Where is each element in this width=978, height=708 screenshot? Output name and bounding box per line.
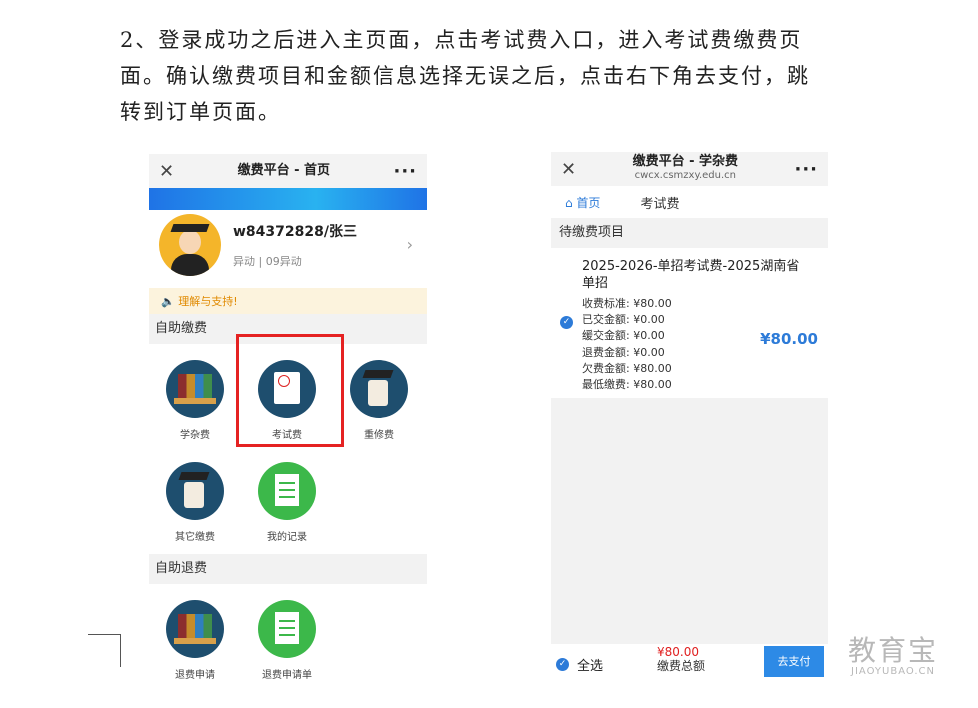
refund-item-label: 退费申请单 — [262, 670, 312, 681]
home-link[interactable]: ⌂ 首页 — [565, 194, 600, 211]
pay-item-tuition[interactable]: 学杂费 — [149, 350, 241, 452]
empty-area — [551, 398, 828, 644]
more-icon[interactable]: ··· — [794, 159, 818, 180]
section-title-refund: 自助退费 — [149, 554, 427, 584]
pay-item-retake[interactable]: 重修费 — [333, 350, 425, 452]
watermark-logo: 教育宝 — [848, 634, 939, 667]
instruction-text: 2、登录成功之后进入主页面，点击考试费入口，进入考试费缴费页 面。确认缴费项目和… — [120, 22, 890, 130]
fee-detail-row: 已交金额: ¥0.00 — [582, 313, 665, 327]
instruction-line: 2、登录成功之后进入主页面，点击考试费入口，进入考试费缴费页 — [120, 28, 803, 52]
title-bar: ✕ 缴费平台 - 学杂费 cwcx.csmzxy.edu.cn ··· — [551, 152, 828, 186]
books-icon — [166, 360, 224, 418]
total-block: ¥80.00 缴费总额 — [657, 645, 706, 674]
pay-item-other[interactable]: 其它缴费 — [149, 452, 241, 554]
select-all-label[interactable]: 全选 — [577, 655, 603, 674]
instruction-line: 面。确认缴费项目和金额信息选择无误之后，点击右下角去支付，跳 — [120, 64, 810, 88]
user-status: 异动 | 09异动 — [233, 255, 302, 268]
checklist-icon — [258, 600, 316, 658]
refund-item-label: 退费申请 — [175, 670, 215, 681]
checkout-bar: ✓ 全选 ¥80.00 缴费总额 去支付 — [551, 644, 828, 684]
user-profile[interactable]: w84372828/张三 异动 | 09异动 › — [149, 210, 427, 280]
nav-bar: ⌂ 首页 考试费 — [551, 186, 828, 218]
user-name: w84372828/张三 — [233, 224, 357, 240]
window-url: cwcx.csmzxy.edu.cn — [634, 170, 736, 181]
page-title: 考试费 — [640, 196, 680, 212]
close-icon[interactable]: ✕ — [159, 161, 174, 182]
refund-item-apply[interactable]: 退费申请 — [149, 590, 241, 692]
select-all-checkbox[interactable]: ✓ — [556, 657, 569, 671]
fee-detail-row: 最低缴费: ¥80.00 — [582, 378, 672, 392]
fee-item[interactable]: 2025-2026-单招考试费-2025湖南省单招 收费标准: ¥80.00 已… — [551, 248, 828, 398]
watermark: 教育宝 JIAOYUBAO.CN — [848, 634, 939, 678]
close-icon[interactable]: ✕ — [561, 159, 576, 180]
window-title: 缴费平台 - 首页 — [237, 163, 331, 178]
pending-header: 待缴费项目 — [551, 218, 828, 248]
instruction-line: 转到订单页面。 — [120, 100, 281, 124]
pay-item-label: 其它缴费 — [175, 532, 215, 543]
page-corner-mark — [88, 634, 121, 667]
refund-grid: 退费申请 退费申请单 — [149, 584, 427, 692]
more-icon[interactable]: ··· — [393, 161, 417, 182]
pay-item-label: 重修费 — [364, 430, 394, 441]
pay-item-label: 学杂费 — [180, 430, 210, 441]
diploma-icon — [350, 360, 408, 418]
watermark-url: JIAOYUBAO.CN — [851, 666, 935, 677]
item-checkbox[interactable]: ✓ — [560, 316, 573, 329]
total-label: 缴费总额 — [657, 659, 706, 673]
fee-detail-row: 收费标准: ¥80.00 — [582, 297, 672, 310]
total-value: ¥80.00 — [657, 645, 699, 659]
notice-bar[interactable]: 🔈 理解与支持! — [149, 288, 427, 314]
exam-fee-screen: ✕ 缴费平台 - 学杂费 cwcx.csmzxy.edu.cn ··· ⌂ 首页… — [551, 152, 828, 688]
pay-item-label: 我的记录 — [267, 532, 307, 543]
chevron-right-icon: › — [406, 235, 413, 254]
avatar — [159, 214, 221, 276]
refund-item-list[interactable]: 退费申请单 — [241, 590, 333, 692]
pay-item-my-records[interactable]: 我的记录 — [241, 452, 333, 554]
exam-fee-highlight-box — [236, 334, 344, 447]
diploma-icon — [166, 462, 224, 520]
fee-item-name: 2025-2026-单招考试费-2025湖南省单招 — [582, 259, 800, 291]
banner — [149, 188, 427, 210]
window-title: 缴费平台 - 学杂费 — [632, 154, 739, 169]
fee-detail-row: 欠费金额: ¥80.00 — [582, 361, 672, 375]
title-bar: ✕ 缴费平台 - 首页 ··· — [149, 154, 427, 188]
books-icon — [166, 600, 224, 658]
fee-item-amount: ¥80.00 — [760, 330, 818, 348]
checklist-icon — [258, 462, 316, 520]
pay-button[interactable]: 去支付 — [764, 646, 824, 677]
